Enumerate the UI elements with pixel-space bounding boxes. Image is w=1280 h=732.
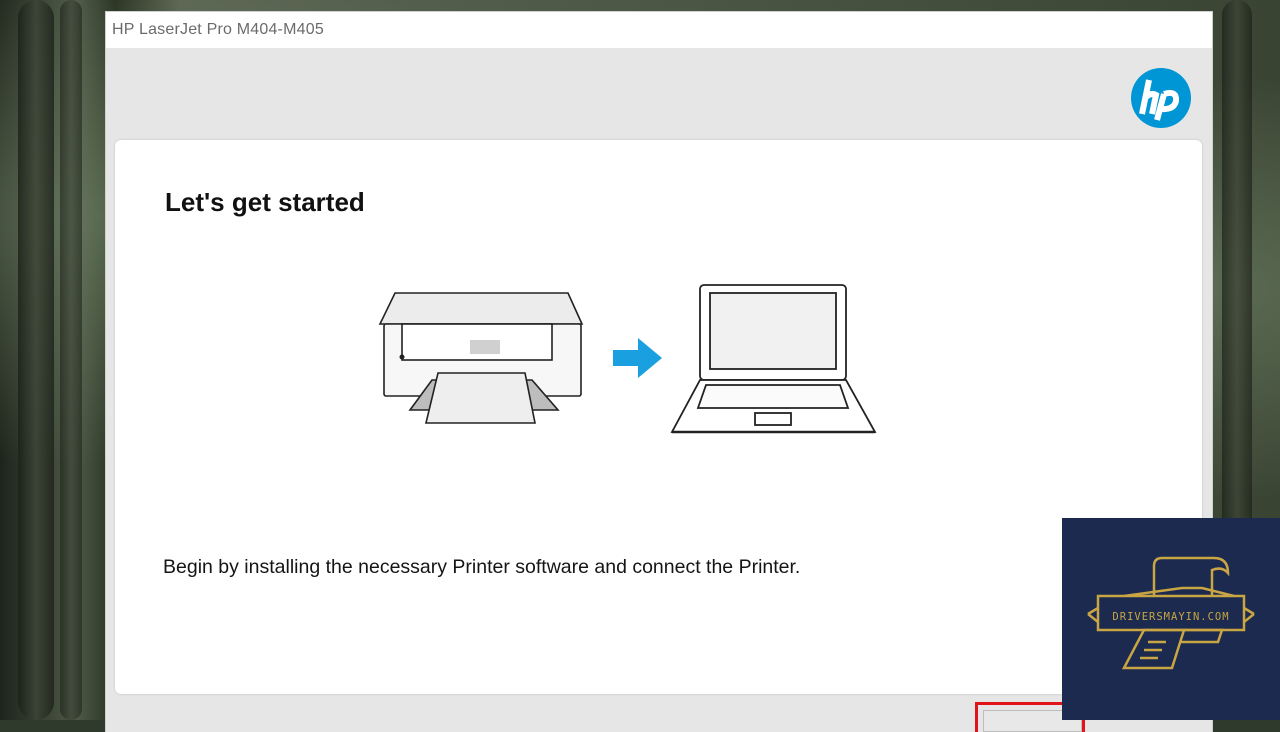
title-bar[interactable]: HP LaserJet Pro M404-M405 xyxy=(106,12,1212,48)
welcome-card: Let's get started Begin by installing th… xyxy=(115,140,1202,694)
arrow-right-icon xyxy=(613,338,662,378)
window-title: HP LaserJet Pro M404-M405 xyxy=(112,21,324,38)
tree-trunk xyxy=(60,0,82,720)
setup-description: Begin by installing the necessary Printe… xyxy=(163,556,801,578)
laptop-icon xyxy=(670,284,877,434)
printer-icon xyxy=(378,292,584,424)
installer-window: HP LaserJet Pro M404-M405 Let's get star… xyxy=(106,12,1212,732)
setup-illustration xyxy=(370,280,890,455)
watermark-text: DRIVERSMAYIN.COM xyxy=(1112,611,1229,623)
hp-logo-icon xyxy=(1131,68,1191,128)
page-title: Let's get started xyxy=(165,187,365,217)
tree-trunk xyxy=(18,0,54,720)
site-watermark: DRIVERSMAYIN.COM xyxy=(1062,518,1280,720)
